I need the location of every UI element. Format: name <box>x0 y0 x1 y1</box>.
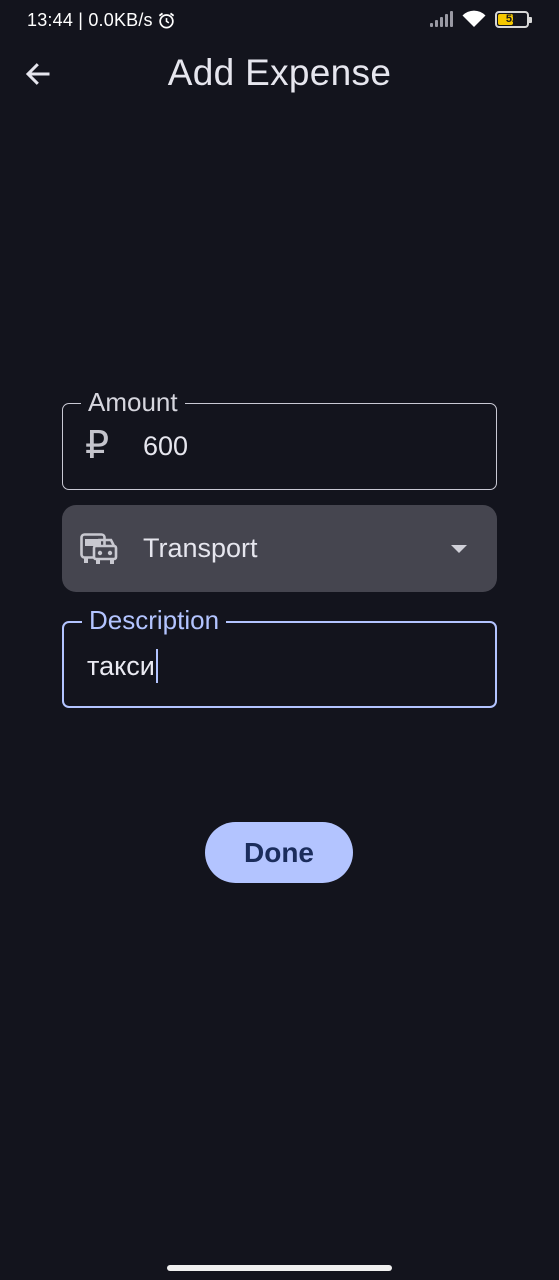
description-input[interactable]: такси <box>87 649 158 683</box>
transport-icon <box>80 533 118 564</box>
category-value: Transport <box>143 533 258 563</box>
done-button[interactable]: Done <box>205 822 353 883</box>
alarm-icon <box>158 12 174 29</box>
wifi-icon <box>462 10 486 27</box>
description-label: Description <box>82 605 227 635</box>
app-bar: Add Expense <box>0 42 559 108</box>
description-text: такси <box>87 651 155 681</box>
battery-icon: 52 <box>495 10 532 28</box>
add-expense-screen: 13:44 | 0.0KB/s 52 Add Expense Amount ₽ … <box>0 0 559 1280</box>
status-left: 13:44 | 0.0KB/s <box>27 10 176 31</box>
page-title: Add Expense <box>167 52 392 93</box>
amount-label: Amount <box>81 387 185 417</box>
description-field[interactable]: Description такси <box>62 605 497 708</box>
status-right: 52 <box>430 10 532 28</box>
signal-icon <box>430 11 453 27</box>
amount-field[interactable]: Amount ₽ 600 <box>62 387 497 490</box>
battery-level: 52 <box>505 12 519 25</box>
category-select[interactable]: Transport <box>62 505 497 592</box>
status-bar: 13:44 | 0.0KB/s 52 <box>0 0 559 42</box>
ruble-icon: ₽ <box>85 425 110 467</box>
arrow-drop-down-icon <box>451 545 467 553</box>
text-cursor <box>155 649 158 683</box>
home-indicator[interactable] <box>167 1265 392 1271</box>
status-time: 13:44 | 0.0KB/s <box>27 10 153 30</box>
amount-input[interactable]: 600 <box>143 430 188 462</box>
